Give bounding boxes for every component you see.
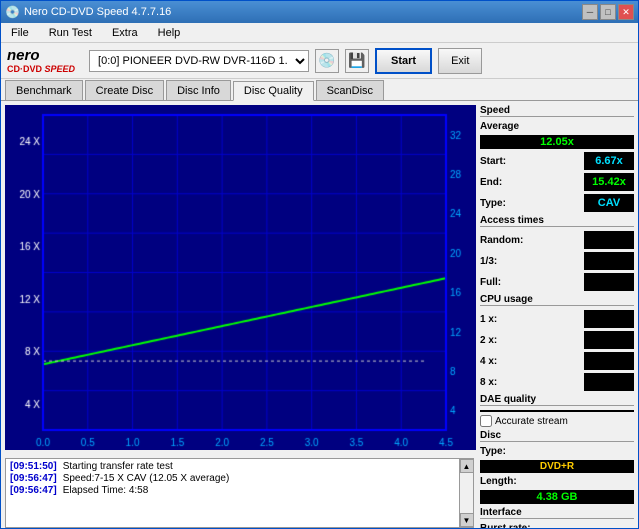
cpu-2x-label: 2 x: bbox=[480, 335, 497, 346]
disc-icon-btn[interactable]: 💿 bbox=[315, 49, 339, 73]
access-random-value bbox=[584, 231, 634, 249]
burst-rate-label: Burst rate: bbox=[480, 523, 531, 528]
log-text-1: Speed:7-15 X CAV (12.05 X average) bbox=[63, 473, 230, 484]
cpu-usage-title: CPU usage bbox=[480, 294, 634, 306]
speed-average-row: Average bbox=[480, 121, 634, 132]
cpu-4x-label: 4 x: bbox=[480, 356, 497, 367]
speed-type-row: Type: CAV bbox=[480, 194, 634, 212]
log-timestamp-2: [09:56:47] bbox=[10, 485, 57, 496]
dae-quality-title: DAE quality bbox=[480, 394, 634, 406]
access-full-label: Full: bbox=[480, 277, 501, 288]
app-window: 💿 Nero CD-DVD Speed 4.7.7.16 ─ □ ✕ File … bbox=[0, 0, 639, 529]
speed-end-value: 15.42x bbox=[584, 173, 634, 191]
log-entry-2: [09:56:47] Elapsed Time: 4:58 bbox=[10, 485, 469, 496]
maximize-button[interactable]: □ bbox=[600, 4, 616, 20]
accurate-stream-label: Accurate stream bbox=[495, 416, 568, 427]
accurate-stream-row: Accurate stream bbox=[480, 415, 634, 427]
dae-quality-value bbox=[480, 410, 634, 412]
speed-average-value: 12.05x bbox=[480, 135, 634, 149]
interface-title: Interface bbox=[480, 507, 634, 519]
access-onethird-value bbox=[584, 252, 634, 270]
access-full-row: Full: bbox=[480, 273, 634, 291]
cpu-2x-row: 2 x: bbox=[480, 331, 634, 349]
speed-average-label: Average bbox=[480, 121, 519, 132]
access-random-row: Random: bbox=[480, 231, 634, 249]
menu-extra[interactable]: Extra bbox=[106, 25, 144, 41]
log-entry-0: [09:51:50] Starting transfer rate test bbox=[10, 461, 469, 472]
log-timestamp-0: [09:51:50] bbox=[10, 461, 57, 472]
toolbar: nero CD·DVD SPEED [0:0] PIONEER DVD-RW D… bbox=[1, 43, 638, 79]
menu-help[interactable]: Help bbox=[152, 25, 187, 41]
disc-type-row: Type: bbox=[480, 446, 634, 457]
burst-rate-row: Burst rate: bbox=[480, 523, 634, 528]
speed-chart bbox=[5, 105, 476, 450]
log-text-0: Starting transfer rate test bbox=[63, 461, 173, 472]
access-times-title: Access times bbox=[480, 215, 634, 227]
title-bar-buttons: ─ □ ✕ bbox=[582, 4, 634, 20]
cpu-1x-row: 1 x: bbox=[480, 310, 634, 328]
tab-disc-info[interactable]: Disc Info bbox=[166, 80, 231, 100]
speed-end-label: End: bbox=[480, 177, 502, 188]
tab-disc-quality[interactable]: Disc Quality bbox=[233, 81, 314, 101]
cpu-4x-value bbox=[584, 352, 634, 370]
access-random-label: Random: bbox=[480, 235, 523, 246]
speed-type-label: Type: bbox=[480, 198, 506, 209]
content-area: Speed Average 12.05x Start: 6.67x End: 1… bbox=[1, 101, 638, 528]
right-panel: Speed Average 12.05x Start: 6.67x End: 1… bbox=[478, 101, 638, 454]
title-bar-left: 💿 Nero CD-DVD Speed 4.7.7.16 bbox=[5, 5, 171, 19]
nero-logo: nero CD·DVD SPEED bbox=[7, 47, 75, 74]
speed-start-label: Start: bbox=[480, 156, 506, 167]
log-entry-1: [09:56:47] Speed:7-15 X CAV (12.05 X ave… bbox=[10, 473, 469, 484]
menu-run-test[interactable]: Run Test bbox=[43, 25, 98, 41]
exit-button[interactable]: Exit bbox=[438, 48, 482, 74]
log-scroll-up[interactable]: ▲ bbox=[460, 459, 474, 473]
disc-type-value: DVD+R bbox=[480, 460, 634, 473]
tab-scan-disc[interactable]: ScanDisc bbox=[316, 80, 384, 100]
cpu-8x-value bbox=[584, 373, 634, 391]
disc-type-label: Type: bbox=[480, 446, 506, 457]
cpu-2x-value bbox=[584, 331, 634, 349]
log-scroll-down[interactable]: ▼ bbox=[460, 513, 474, 527]
speed-start-row: Start: 6.67x bbox=[480, 152, 634, 170]
log-timestamp-1: [09:56:47] bbox=[10, 473, 57, 484]
save-icon-btn[interactable]: 💾 bbox=[345, 49, 369, 73]
tab-benchmark[interactable]: Benchmark bbox=[5, 80, 83, 100]
log-content: [09:51:50] Starting transfer rate test [… bbox=[6, 459, 473, 527]
accurate-stream-checkbox[interactable] bbox=[480, 415, 492, 427]
menu-file[interactable]: File bbox=[5, 25, 35, 41]
log-scrollbar: ▲ ▼ bbox=[459, 459, 473, 527]
log-text-2: Elapsed Time: 4:58 bbox=[63, 485, 149, 496]
speed-section-title: Speed bbox=[480, 105, 634, 117]
tab-create-disc[interactable]: Create Disc bbox=[85, 80, 164, 100]
cpu-4x-row: 4 x: bbox=[480, 352, 634, 370]
title-bar: 💿 Nero CD-DVD Speed 4.7.7.16 ─ □ ✕ bbox=[1, 1, 638, 23]
menu-bar: File Run Test Extra Help bbox=[1, 23, 638, 43]
disc-section-title: Disc bbox=[480, 430, 634, 442]
start-button[interactable]: Start bbox=[375, 48, 432, 74]
cpu-1x-value bbox=[584, 310, 634, 328]
tabs: Benchmark Create Disc Disc Info Disc Qua… bbox=[1, 79, 638, 101]
chart-and-right: Speed Average 12.05x Start: 6.67x End: 1… bbox=[1, 101, 638, 454]
cpu-8x-row: 8 x: bbox=[480, 373, 634, 391]
access-full-value bbox=[584, 273, 634, 291]
disc-length-row: Length: bbox=[480, 476, 634, 487]
drive-select[interactable]: [0:0] PIONEER DVD-RW DVR-116D 1.09 bbox=[89, 50, 309, 72]
cpu-1x-label: 1 x: bbox=[480, 314, 497, 325]
chart-wrapper bbox=[5, 105, 476, 450]
disc-length-value: 4.38 GB bbox=[480, 490, 634, 504]
disc-length-label: Length: bbox=[480, 476, 517, 487]
log-area: [09:51:50] Starting transfer rate test [… bbox=[5, 458, 474, 528]
access-onethird-label: 1/3: bbox=[480, 256, 497, 267]
access-onethird-row: 1/3: bbox=[480, 252, 634, 270]
window-title: Nero CD-DVD Speed 4.7.7.16 bbox=[24, 6, 171, 18]
minimize-button[interactable]: ─ bbox=[582, 4, 598, 20]
speed-type-value: CAV bbox=[584, 194, 634, 212]
speed-end-row: End: 15.42x bbox=[480, 173, 634, 191]
close-button[interactable]: ✕ bbox=[618, 4, 634, 20]
speed-start-value: 6.67x bbox=[584, 152, 634, 170]
cpu-8x-label: 8 x: bbox=[480, 377, 497, 388]
